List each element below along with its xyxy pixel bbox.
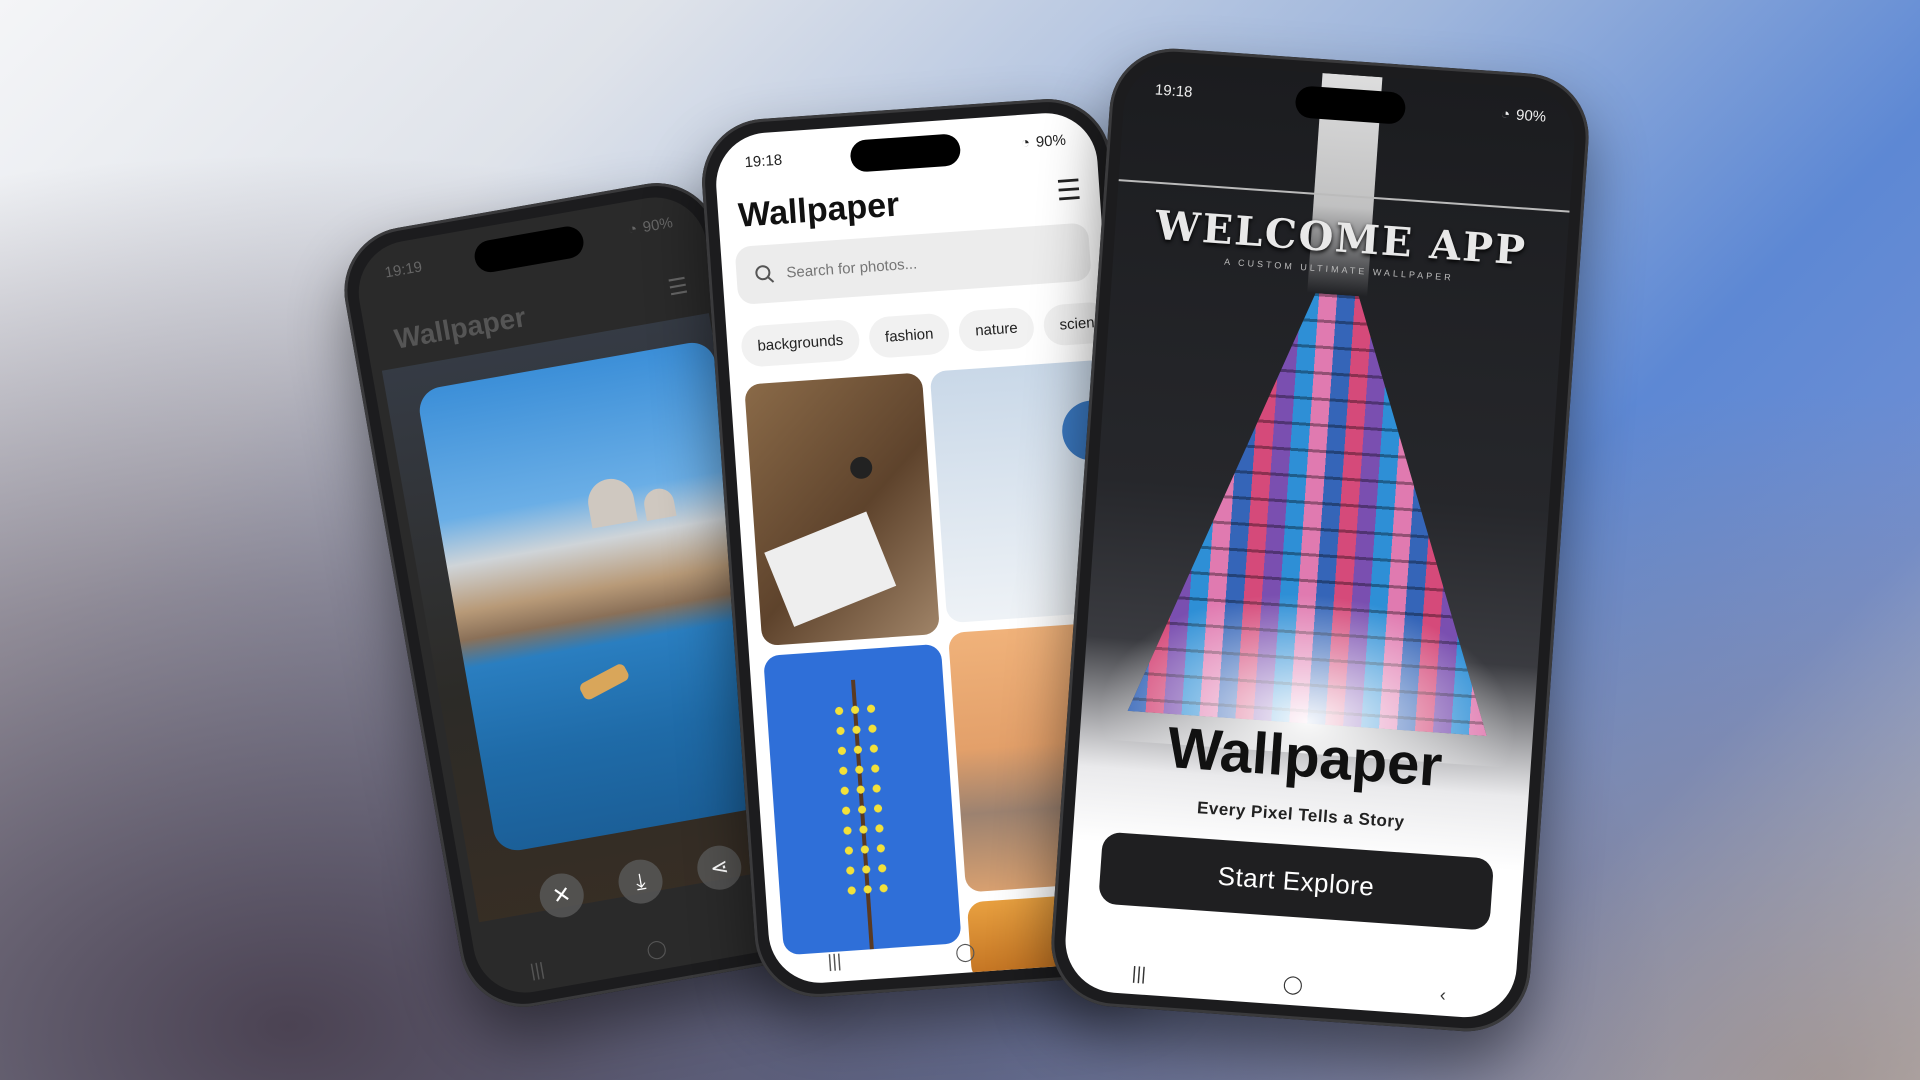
back-icon[interactable]: ‹: [1439, 984, 1446, 1005]
home-icon[interactable]: ◯: [955, 941, 977, 963]
recents-icon[interactable]: |||: [529, 959, 546, 982]
wifi-icon: ◔: [626, 220, 639, 239]
chip-backgrounds[interactable]: backgrounds: [740, 318, 861, 368]
welcome-phone: 19:18 ◔ 90% WELCOME APP A CUSTOM ULTIMATE…: [1047, 44, 1593, 1036]
home-icon[interactable]: ◯: [645, 937, 668, 961]
dome-shape: [584, 475, 638, 529]
coffee-cup-shape: [849, 456, 873, 480]
search-icon: [755, 265, 775, 283]
wifi-icon: ◔: [1020, 134, 1031, 152]
dynamic-island: [849, 133, 962, 173]
menu-icon[interactable]: ☰: [1055, 173, 1082, 208]
close-icon[interactable]: ✕: [536, 869, 588, 921]
recents-icon[interactable]: |||: [1131, 963, 1146, 985]
home-icon[interactable]: ◯: [1282, 974, 1304, 996]
dome-shape: [641, 486, 677, 521]
welcome-screen: 19:18 ◔ 90% WELCOME APP A CUSTOM ULTIMATE…: [1062, 59, 1578, 1021]
business-desk-photo[interactable]: [744, 372, 940, 647]
page-title: Wallpaper: [737, 185, 901, 235]
menu-icon[interactable]: ☰: [666, 273, 690, 302]
gallery-column-left: [744, 372, 962, 956]
status-time: 19:18: [1154, 81, 1194, 101]
dynamic-island: [1294, 85, 1407, 125]
chip-fashion[interactable]: fashion: [867, 312, 951, 359]
blossoms-shape: [830, 698, 893, 902]
category-chips: backgrounds fashion nature scien: [740, 301, 1112, 368]
search-input[interactable]: [783, 244, 1049, 283]
status-battery: 90%: [641, 214, 675, 237]
status-time: 19:18: [744, 151, 783, 172]
status-battery: 90%: [1035, 131, 1067, 151]
share-icon[interactable]: ⋖: [693, 842, 745, 894]
chip-nature[interactable]: nature: [957, 306, 1036, 353]
download-icon[interactable]: ⤓: [615, 856, 667, 908]
status-battery: 90%: [1515, 106, 1547, 126]
boat-shape: [577, 662, 631, 702]
wifi-icon: ◔: [1500, 105, 1511, 124]
newspaper-shape: [764, 511, 897, 627]
yellow-flower-photo[interactable]: [763, 643, 962, 956]
recents-icon[interactable]: |||: [827, 950, 842, 972]
android-navbar: ||| ◯ ‹: [1063, 958, 1515, 1010]
status-time: 19:19: [383, 258, 424, 282]
search-bar[interactable]: [734, 222, 1092, 305]
start-explore-button[interactable]: Start Explore: [1098, 831, 1495, 931]
dynamic-island: [472, 224, 586, 275]
